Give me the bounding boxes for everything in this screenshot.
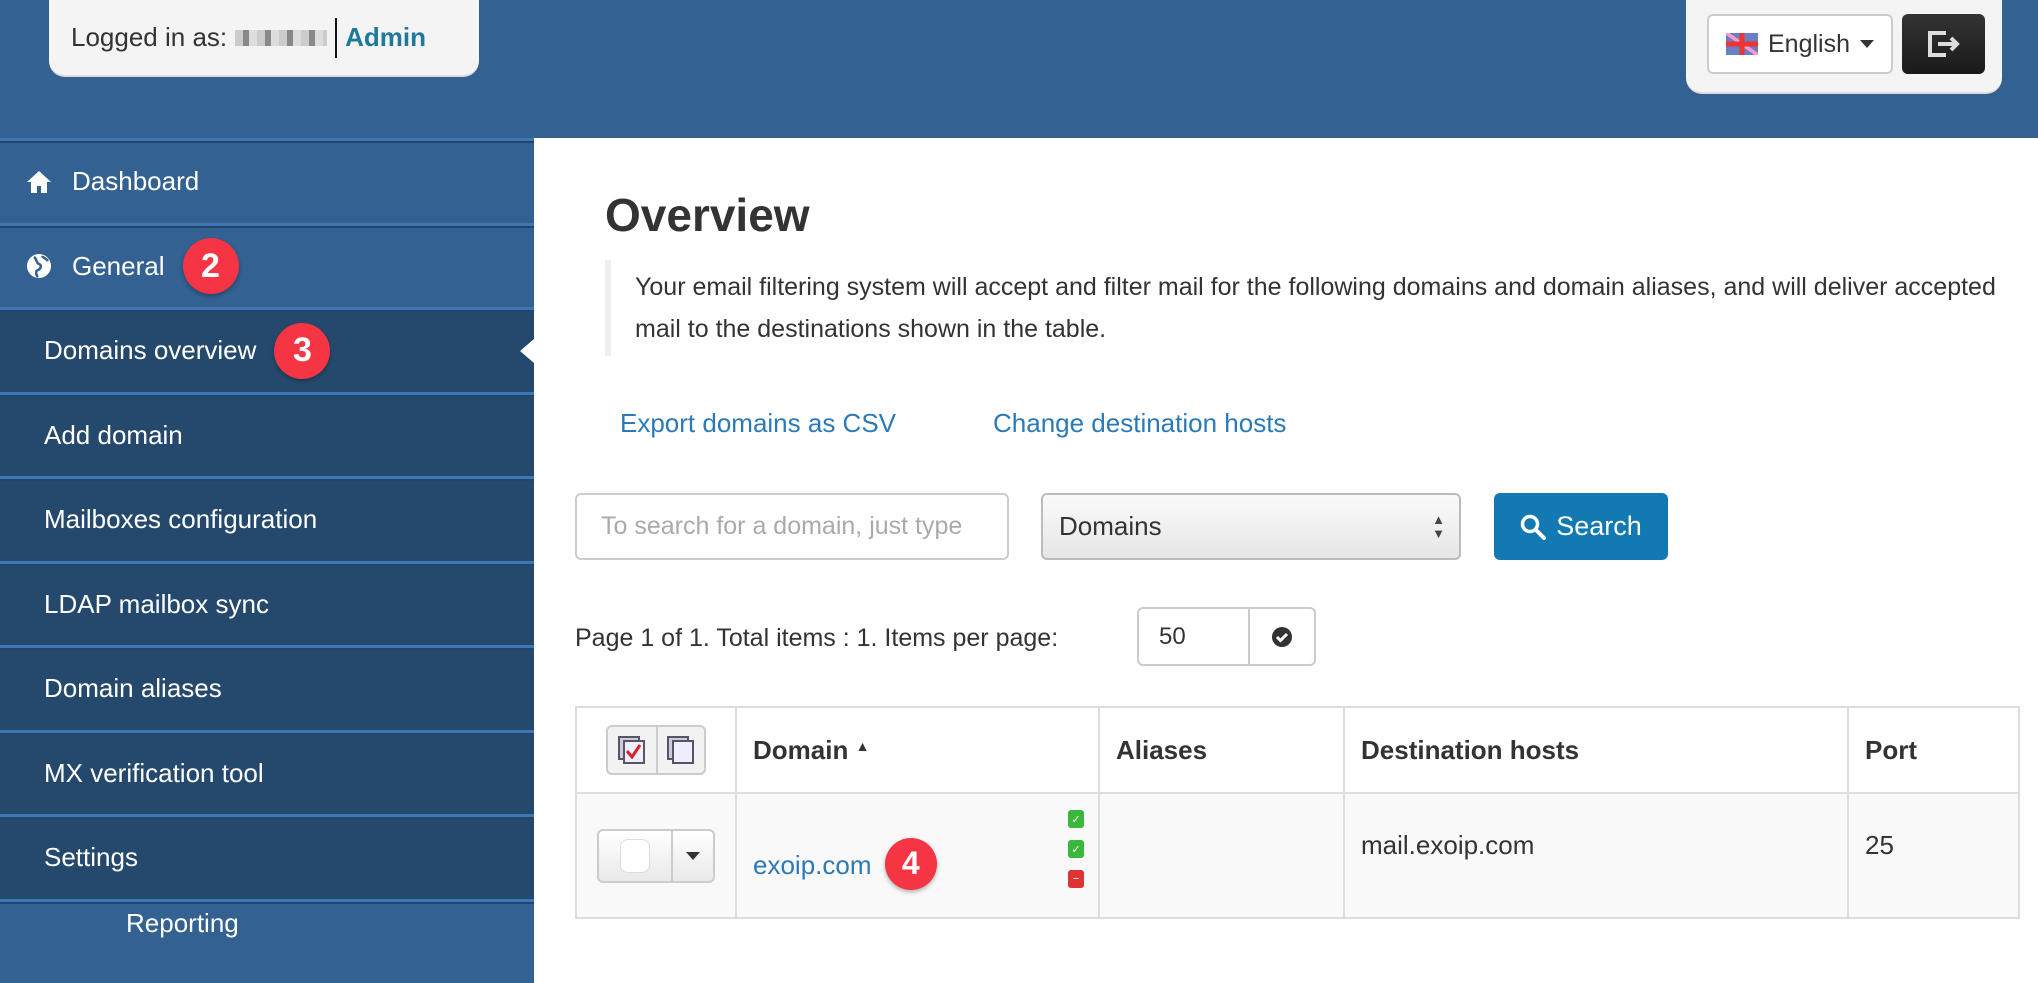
apply-per-page-button[interactable] xyxy=(1250,609,1314,664)
check-all-icon xyxy=(617,735,647,765)
step-badge: 4 xyxy=(885,838,937,890)
logout-icon xyxy=(1926,29,1962,59)
sidebar-item-label: Reporting xyxy=(126,908,239,939)
status-ok-icon: ✓ xyxy=(1068,840,1084,858)
top-header: Logged in as: Admin English xyxy=(0,0,2038,138)
sidebar-item-ldap-mailbox-sync[interactable]: LDAP mailbox sync xyxy=(0,561,534,646)
select-column-header xyxy=(576,707,736,793)
sort-asc-icon: ▲ xyxy=(856,738,870,754)
row-select-cell xyxy=(576,793,736,918)
header-actions: English xyxy=(1686,0,2002,94)
table-row: exoip.com 4 ✓ ✓ − mail.exoip.com 25 xyxy=(576,793,2019,918)
sidebar-item-reporting[interactable]: Reporting xyxy=(0,899,534,983)
sidebar-item-mailboxes-configuration[interactable]: Mailboxes configuration xyxy=(0,476,534,561)
sidebar-item-general[interactable]: General 2 xyxy=(0,223,534,308)
search-type-select[interactable]: Domains ▲▼ xyxy=(1041,493,1461,560)
active-indicator xyxy=(520,339,534,363)
change-destination-hosts-link[interactable]: Change destination hosts xyxy=(993,408,1286,439)
sidebar-item-add-domain[interactable]: Add domain xyxy=(0,392,534,477)
column-label: Aliases xyxy=(1116,735,1207,765)
sidebar-item-dashboard[interactable]: Dashboard xyxy=(0,138,534,223)
column-label: Port xyxy=(1865,735,1917,765)
sidebar-item-label: MX verification tool xyxy=(44,758,264,789)
sidebar-item-label: Add domain xyxy=(44,420,183,451)
domains-table: Domain ▲ Aliases Destination hosts Port … xyxy=(575,706,2020,919)
sidebar-item-label: Mailboxes configuration xyxy=(44,504,317,535)
language-label: English xyxy=(1768,30,1850,59)
sidebar-item-domains-overview[interactable]: Domains overview 3 xyxy=(0,307,534,392)
select-arrows-icon: ▲▼ xyxy=(1432,513,1445,541)
column-aliases[interactable]: Aliases xyxy=(1099,707,1344,793)
search-icon xyxy=(1520,514,1546,540)
uncheck-all-icon xyxy=(666,735,696,765)
deselect-all-button[interactable] xyxy=(656,727,704,773)
aliases-cell xyxy=(1099,793,1344,918)
domain-cell: exoip.com 4 ✓ ✓ − xyxy=(736,793,1099,918)
domain-status-icons: ✓ ✓ − xyxy=(1068,810,1084,888)
user-role[interactable]: Admin xyxy=(345,22,426,53)
select-all-button[interactable] xyxy=(608,727,656,773)
select-value: Domains xyxy=(1059,511,1162,542)
main-content: Overview Your email filtering system wil… xyxy=(534,138,2038,930)
search-input[interactable] xyxy=(575,493,1009,560)
sidebar-item-label: LDAP mailbox sync xyxy=(44,589,269,620)
language-dropdown[interactable]: English xyxy=(1707,14,1893,74)
row-checkbox[interactable] xyxy=(599,831,673,881)
page-title: Overview xyxy=(605,188,810,242)
export-csv-link[interactable]: Export domains as CSV xyxy=(620,408,896,439)
sidebar-item-label: Settings xyxy=(44,842,138,873)
sidebar-item-label: General xyxy=(72,251,165,282)
search-button[interactable]: Search xyxy=(1494,493,1668,560)
items-per-page-control: 50 xyxy=(1137,607,1316,666)
logout-button[interactable] xyxy=(1902,14,1985,74)
divider xyxy=(335,18,337,58)
check-circle-icon xyxy=(1271,626,1293,648)
sidebar: Dashboard General 2 Domains overview 3 A… xyxy=(0,138,534,930)
row-select-dropdown[interactable] xyxy=(597,829,715,883)
caret-down-icon xyxy=(1860,40,1874,48)
sidebar-item-label: Dashboard xyxy=(72,166,199,197)
login-info: Logged in as: Admin xyxy=(49,0,479,77)
column-domain[interactable]: Domain ▲ xyxy=(736,707,1099,793)
caret-down-icon[interactable] xyxy=(673,831,713,881)
column-label: Domain xyxy=(753,735,848,765)
column-port[interactable]: Port xyxy=(1848,707,2019,793)
sidebar-item-mx-verification-tool[interactable]: MX verification tool xyxy=(0,730,534,815)
sidebar-item-label: Domains overview xyxy=(44,335,256,366)
pagination-info: Page 1 of 1. Total items : 1. Items per … xyxy=(575,624,1058,653)
step-badge: 2 xyxy=(183,238,239,294)
globe-icon xyxy=(24,253,54,279)
domain-link[interactable]: exoip.com xyxy=(753,850,872,880)
home-icon xyxy=(24,170,54,194)
step-badge: 3 xyxy=(274,323,330,379)
page-description: Your email filtering system will accept … xyxy=(605,260,2005,356)
table-header-row: Domain ▲ Aliases Destination hosts Port xyxy=(576,707,2019,793)
logged-in-label: Logged in as: xyxy=(71,22,227,53)
column-label: Destination hosts xyxy=(1361,735,1579,765)
bulk-select-buttons xyxy=(606,725,706,775)
column-destination-hosts[interactable]: Destination hosts xyxy=(1344,707,1848,793)
destination-cell: mail.exoip.com xyxy=(1344,793,1848,918)
uk-flag-icon xyxy=(1726,33,1758,55)
redacted-username xyxy=(235,30,327,46)
status-error-icon: − xyxy=(1068,870,1084,888)
sidebar-item-label: Domain aliases xyxy=(44,673,222,704)
sidebar-item-domain-aliases[interactable]: Domain aliases xyxy=(0,645,534,730)
port-cell: 25 xyxy=(1848,793,2019,918)
search-button-label: Search xyxy=(1556,511,1642,542)
sidebar-item-settings[interactable]: Settings xyxy=(0,814,534,899)
items-per-page-input[interactable]: 50 xyxy=(1139,609,1250,664)
status-ok-icon: ✓ xyxy=(1068,810,1084,828)
